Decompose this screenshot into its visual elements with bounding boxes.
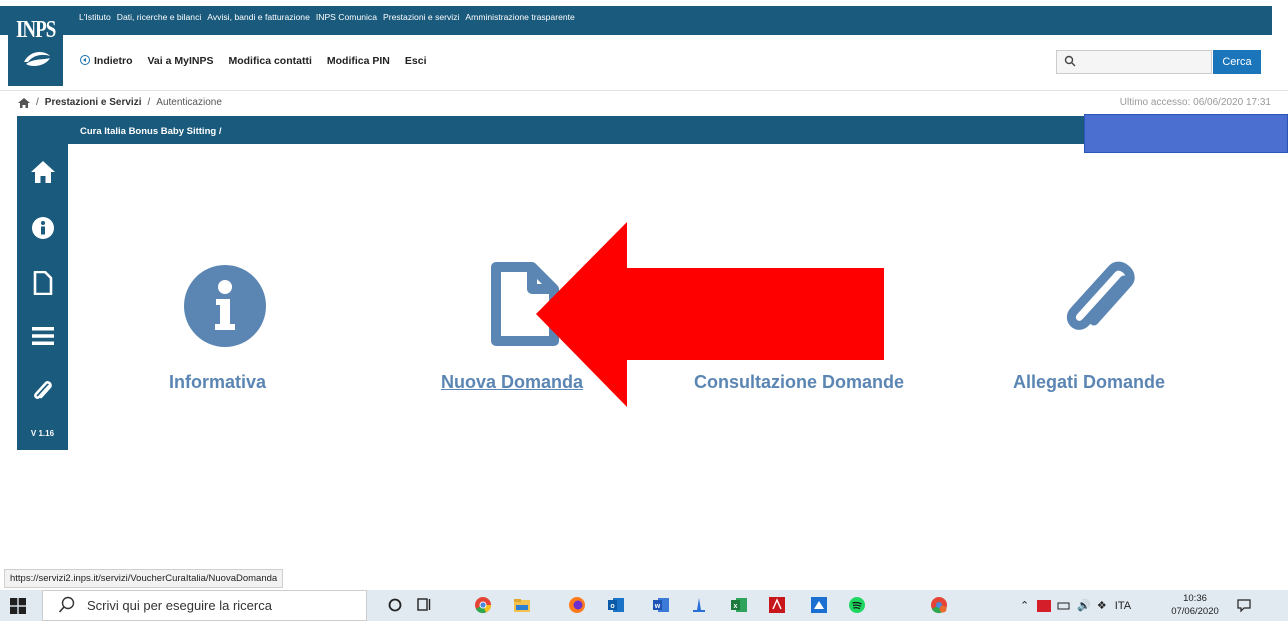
firefox-icon[interactable]: [568, 596, 586, 614]
volume-icon[interactable]: 🔊: [1077, 599, 1091, 612]
sidebar-menu[interactable]: [17, 326, 68, 346]
search-button[interactable]: Cerca: [1213, 50, 1261, 74]
top-link-comunica[interactable]: INPS Comunica: [316, 12, 377, 22]
red-arrow-annotation: [536, 222, 884, 407]
tray-chevron-up-icon[interactable]: ⌃: [1020, 599, 1029, 612]
breadcrumb-autenticazione: Autenticazione: [156, 97, 222, 108]
top-link-istituto[interactable]: L'Istituto: [79, 12, 111, 22]
sidebar-attachments[interactable]: [17, 380, 68, 404]
top-link-prestazioni[interactable]: Prestazioni e servizi: [383, 12, 459, 22]
system-tray: ⌃ 🔊 ❖ ITA: [1020, 599, 1131, 612]
sidebar-home[interactable]: [17, 160, 68, 184]
modify-contacts-link[interactable]: Modifica contatti: [228, 55, 311, 67]
back-circle-icon: [80, 55, 90, 65]
paperclip-icon: [33, 381, 52, 399]
inps-logo[interactable]: INPS: [8, 6, 63, 86]
svg-text:w: w: [654, 603, 661, 610]
info-icon: [31, 217, 54, 239]
clock-date: 07/06/2020: [1171, 606, 1219, 617]
tile-informativa[interactable]: Informativa: [169, 372, 266, 393]
breadcrumb-prestazioni[interactable]: Prestazioni e Servizi: [45, 97, 142, 108]
last-access-text: Ultimo accesso: 06/06/2020 17:31: [1119, 97, 1271, 108]
sidebar-info[interactable]: [17, 216, 68, 240]
status-bar-url: https://servizi2.inps.it/servizi/Voucher…: [4, 569, 284, 588]
informativa-info-icon[interactable]: [183, 264, 267, 348]
sidebar-document[interactable]: [17, 271, 68, 295]
windows-start-icon[interactable]: [10, 598, 26, 614]
modify-pin-link[interactable]: Modifica PIN: [327, 55, 390, 67]
language-indicator[interactable]: ITA: [1115, 600, 1131, 612]
svg-text:o: o: [610, 603, 614, 610]
acrobat-icon[interactable]: [768, 596, 786, 614]
exit-link[interactable]: Esci: [405, 55, 427, 67]
account-actions: Indietro Vai a MyINPS Modifica contatti …: [80, 55, 442, 67]
top-link-dati[interactable]: Dati, ricerche e bilanci: [117, 12, 202, 22]
battery-icon[interactable]: [1057, 601, 1071, 611]
redaction-box: [1084, 114, 1288, 153]
back-label: Indietro: [94, 55, 133, 67]
logo-text: INPS: [16, 16, 56, 44]
search-icon: [58, 596, 75, 613]
tile-allegati-domande[interactable]: Allegati Domande: [1013, 372, 1165, 393]
outlook-icon[interactable]: o: [607, 596, 625, 614]
taskbar-search-placeholder: Scrivi qui per eseguire la ricerca: [87, 598, 272, 613]
home-icon[interactable]: [18, 97, 30, 108]
search-input[interactable]: [1056, 50, 1212, 74]
excel-icon[interactable]: x: [730, 596, 748, 614]
menu-icon: [31, 327, 54, 345]
file-explorer-icon[interactable]: [513, 596, 531, 614]
version-label: V 1.16: [30, 429, 55, 438]
app-icon[interactable]: [690, 596, 708, 614]
allegati-paperclip-icon[interactable]: [1058, 260, 1142, 344]
header-divider: [0, 90, 1288, 91]
document-icon: [33, 271, 52, 295]
chrome-active-icon[interactable]: [930, 596, 948, 614]
logo-swoosh-icon: [24, 52, 50, 66]
svg-text:x: x: [734, 603, 738, 610]
back-link[interactable]: Indietro: [80, 55, 133, 67]
task-view-icon[interactable]: [415, 596, 433, 614]
chrome-icon[interactable]: [474, 596, 492, 614]
top-links: L'Istituto Dati, ricerche e bilanci Avvi…: [79, 12, 581, 22]
service-title: Cura Italia Bonus Baby Sitting /: [80, 126, 222, 137]
dropbox-icon[interactable]: ❖: [1097, 599, 1107, 612]
app-blue-icon[interactable]: [810, 596, 828, 614]
word-icon[interactable]: w: [652, 596, 670, 614]
spotify-icon[interactable]: [848, 596, 866, 614]
left-sidebar: V 1.16: [17, 116, 68, 450]
cortana-icon[interactable]: [386, 596, 404, 614]
top-link-trasparente[interactable]: Amministrazione trasparente: [465, 12, 574, 22]
taskbar-clock[interactable]: 10:36 07/06/2020: [1167, 592, 1223, 618]
notification-icon[interactable]: [1236, 597, 1252, 613]
clock-time: 10:36: [1183, 593, 1207, 604]
myinps-link[interactable]: Vai a MyINPS: [148, 55, 214, 67]
breadcrumb-separator: /: [36, 97, 39, 108]
tray-app-icon[interactable]: [1037, 599, 1052, 612]
search-icon: [1064, 55, 1076, 67]
top-link-avvisi[interactable]: Avvisi, bandi e fatturazione: [207, 12, 310, 22]
home-icon: [30, 161, 55, 183]
breadcrumb-separator: /: [147, 97, 151, 108]
breadcrumb: / Prestazioni e Servizi / Autenticazione: [18, 97, 222, 108]
